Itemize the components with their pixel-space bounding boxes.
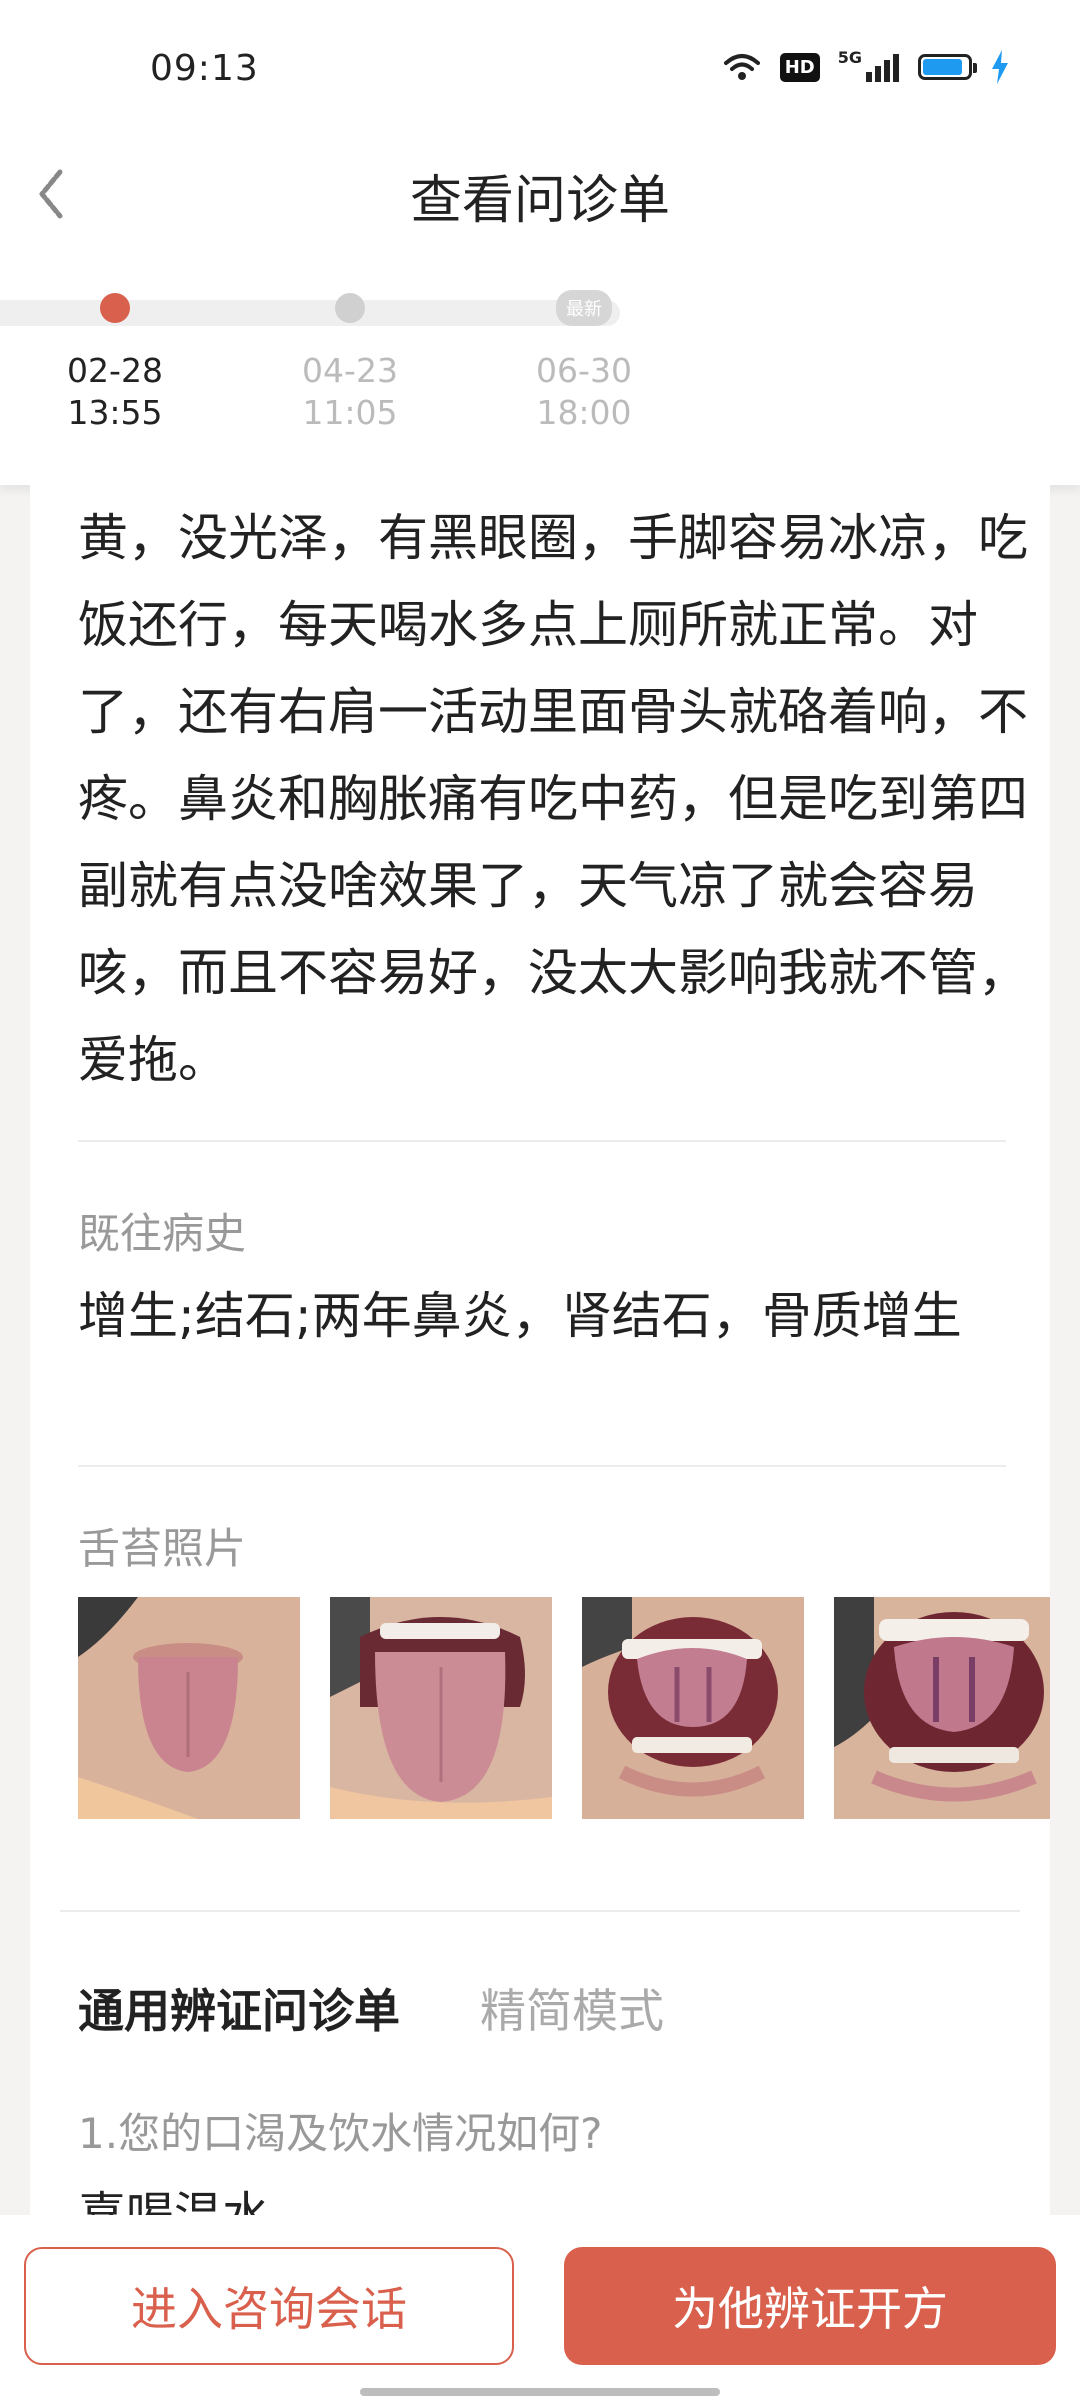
- battery-icon: [918, 54, 977, 80]
- divider: [78, 1465, 1006, 1467]
- tab-simple-mode[interactable]: 精简模式: [480, 1975, 664, 2041]
- divider: [60, 1910, 1020, 1912]
- timeline-time: 18:00: [536, 393, 632, 432]
- history-label: 既往病史: [78, 1209, 247, 1258]
- complaint-text: 黄，没光泽，有黑眼圈，手脚容易冰凉，吃饭还行，每天喝水多点上厕所就正常。对了，还…: [78, 509, 1028, 1089]
- network-label: 5G: [837, 47, 862, 67]
- signal-icon: [866, 54, 899, 82]
- timeline-entry-3[interactable]: 06-30 18:00: [536, 350, 632, 434]
- bottom-action-bar: 进入咨询会话 为他辨证开方: [0, 2215, 1080, 2400]
- answer-text: 喜喝温水: [78, 2187, 271, 2215]
- tongue-photo-2[interactable]: [330, 1597, 552, 1819]
- timeline-track: [0, 300, 620, 326]
- status-bar: 09:13 HD 5G: [0, 0, 1080, 140]
- timeline-node-3[interactable]: 最新: [556, 290, 612, 326]
- timeline-date: 04-23: [302, 351, 398, 390]
- hd-badge: HD: [779, 52, 820, 82]
- tongue-photo-list: [78, 1597, 1050, 1819]
- divider: [78, 1140, 1006, 1142]
- question-text: 1.您的口渴及饮水情况如何?: [78, 2109, 603, 2158]
- latest-badge: 最新: [556, 290, 612, 326]
- tongue-photos-label: 舌苔照片: [78, 1524, 247, 1573]
- timeline-time: 11:05: [302, 393, 398, 432]
- timeline-dot: [335, 293, 365, 323]
- status-time: 09:13: [150, 48, 259, 89]
- tongue-photo-3[interactable]: [582, 1597, 804, 1819]
- header: 查看问诊单: [0, 140, 1080, 290]
- status-icons: HD 5G: [722, 47, 1010, 84]
- charging-icon: [992, 50, 1008, 84]
- visit-timeline: 最新 02-28 13:55 04-23 11:05 06-30 18:00: [0, 280, 1080, 485]
- mode-tabs: 通用辨证问诊单 精简模式: [78, 1975, 664, 2041]
- history-value: 增生;结石;两年鼻炎，肾结石，骨质增生: [78, 1287, 962, 1345]
- consultation-card: 黄，没光泽，有黑眼圈，手脚容易冰凉，吃饭还行，每天喝水多点上厕所就正常。对了，还…: [30, 485, 1050, 2215]
- timeline-dot-active: [100, 293, 130, 323]
- timeline-entry-1[interactable]: 02-28 13:55: [67, 350, 163, 434]
- timeline-date: 06-30: [536, 351, 632, 390]
- wifi-icon: [723, 54, 760, 80]
- prescribe-button[interactable]: 为他辨证开方: [564, 2247, 1056, 2365]
- timeline-node-1[interactable]: [100, 293, 130, 323]
- tongue-photo-1[interactable]: [78, 1597, 300, 1819]
- timeline-node-2[interactable]: [335, 293, 365, 323]
- enter-consultation-button[interactable]: 进入咨询会话: [24, 2247, 514, 2365]
- timeline-entry-2[interactable]: 04-23 11:05: [302, 350, 398, 434]
- home-indicator[interactable]: [360, 2388, 720, 2396]
- timeline-date: 02-28: [67, 351, 163, 390]
- timeline-time: 13:55: [67, 393, 163, 432]
- tongue-photo-4[interactable]: [834, 1597, 1050, 1819]
- page-title: 查看问诊单: [409, 171, 670, 231]
- tab-general-form[interactable]: 通用辨证问诊单: [78, 1975, 400, 2041]
